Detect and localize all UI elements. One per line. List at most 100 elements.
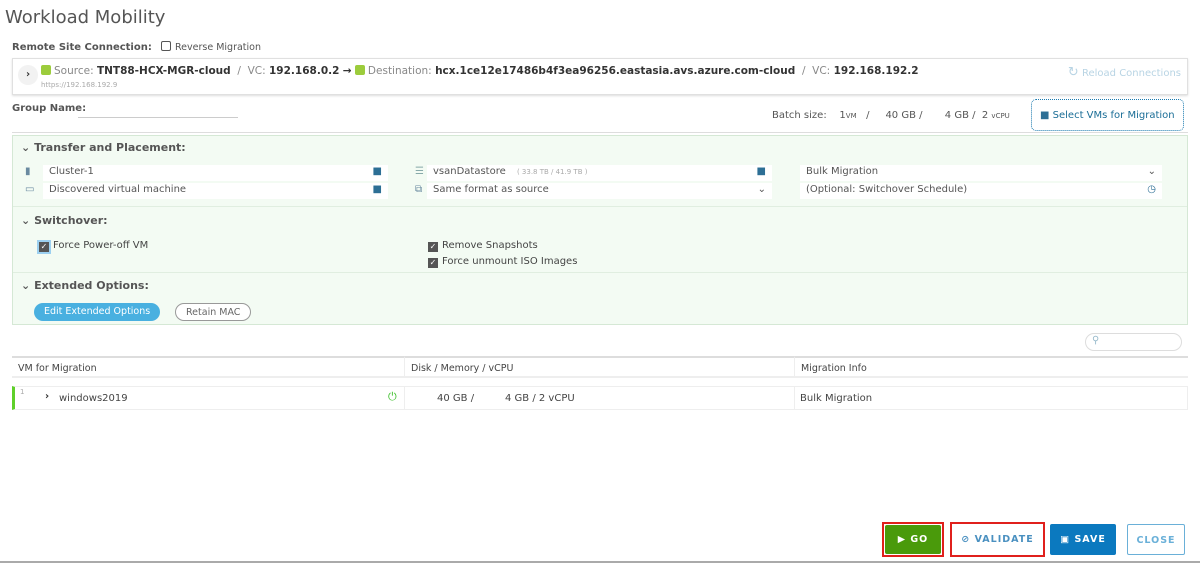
switchover-schedule-field[interactable]: (Optional: Switchover Schedule) ◷ xyxy=(800,183,1162,199)
vm-disk: 40 GB / xyxy=(437,393,475,404)
table-row[interactable]: 1 › windows2019 ⏻ 40 GB / 4 GB / 2 vCPU … xyxy=(12,386,1188,410)
chevron-down-icon: ⌄ xyxy=(21,279,31,292)
chevron-down-icon: ⌄ xyxy=(21,141,31,154)
sep: / xyxy=(801,65,806,77)
vm-folder-value: Discovered virtual machine xyxy=(49,184,187,195)
vm-migration-info: Bulk Migration xyxy=(800,393,873,404)
destination-name: hcx.1ce12e17486b4f3ea96256.eastasia.avs.… xyxy=(435,65,796,77)
batch-size: Batch size: 1VM / 40 GB / 4 GB / 2 vCPU xyxy=(772,110,1010,121)
checkbox-checked-icon: ✓ xyxy=(428,258,438,268)
reverse-migration-checkbox[interactable]: Reverse Migration xyxy=(161,41,261,53)
site-icon xyxy=(354,65,365,75)
folder-icon[interactable]: ■ xyxy=(373,184,382,195)
vm-memory-vcpu: 4 GB / 2 vCPU xyxy=(505,393,575,404)
folder-icon[interactable]: ■ xyxy=(373,166,382,177)
force-poweroff-checkbox[interactable]: ✓ Force Power-off VM xyxy=(37,240,149,254)
datastore-value: vsanDatastore xyxy=(433,166,506,177)
source-label: Source: xyxy=(54,65,94,77)
datastore-field[interactable]: vsanDatastore ( 33.8 TB / 41.9 TB ) ■ xyxy=(427,165,772,181)
switchover-section-toggle[interactable]: ⌄ Switchover: xyxy=(21,214,108,227)
remove-snapshots-checkbox[interactable]: ✓ Remove Snapshots xyxy=(428,240,538,252)
select-vms-button[interactable]: ■ Select VMs for Migration xyxy=(1031,99,1184,131)
extended-section-toggle[interactable]: ⌄ Extended Options: xyxy=(21,279,149,292)
expand-connection-chevron-icon[interactable]: › xyxy=(18,65,38,85)
batch-disk: 40 GB xyxy=(885,110,916,121)
save-label: SAVE xyxy=(1074,534,1106,545)
remote-site-label: Remote Site Connection: xyxy=(12,42,152,53)
vm-search-input[interactable]: ⚲ xyxy=(1085,333,1182,351)
sep: / xyxy=(237,65,241,77)
connection-panel: › Source: TNT88-HCX-MGR-cloud / VC: 192.… xyxy=(12,58,1188,95)
row-index: 1 xyxy=(20,388,25,396)
expand-row-chevron-icon[interactable]: › xyxy=(45,391,49,402)
vm-folder-field[interactable]: Discovered virtual machine ■ xyxy=(43,183,388,199)
select-vms-label: Select VMs for Migration xyxy=(1052,110,1175,121)
cluster-icon: ▮ xyxy=(25,166,31,177)
folder-outline-icon: ▭ xyxy=(25,184,35,195)
disk-format-icon: ⧉ xyxy=(415,184,423,195)
validate-label: VALIDATE xyxy=(974,534,1034,545)
disk-format-value: Same format as source xyxy=(433,184,549,195)
chevron-down-icon: ⌄ xyxy=(1147,166,1156,177)
close-button[interactable]: CLOSE xyxy=(1127,524,1185,555)
datastore-capacity: ( 33.8 TB / 41.9 TB ) xyxy=(516,168,588,176)
check-circle-icon: ⊘ xyxy=(961,534,971,545)
divider xyxy=(794,387,795,409)
batch-memory: 4 GB xyxy=(944,110,969,121)
clock-icon[interactable]: ◷ xyxy=(1147,184,1156,195)
extended-heading: Extended Options: xyxy=(34,279,149,292)
sep: / xyxy=(972,110,976,121)
force-poweroff-label: Force Power-off VM xyxy=(53,240,149,251)
divider xyxy=(13,206,1187,207)
transfer-heading: Transfer and Placement: xyxy=(34,141,186,154)
folder-icon: ■ xyxy=(1040,110,1050,121)
disk-format-select[interactable]: Same format as source ⌄ xyxy=(427,183,772,199)
switchover-heading: Switchover: xyxy=(34,214,108,227)
force-unmount-label: Force unmount ISO Images xyxy=(442,256,578,267)
migration-type-value: Bulk Migration xyxy=(806,166,879,177)
divider xyxy=(12,132,1188,133)
go-button[interactable]: ▶ GO xyxy=(885,525,941,554)
cluster-value: Cluster-1 xyxy=(49,166,94,177)
cluster-field[interactable]: Cluster-1 ■ xyxy=(43,165,388,181)
folder-icon[interactable]: ■ xyxy=(757,166,766,177)
edit-extended-options-button[interactable]: Edit Extended Options xyxy=(34,303,161,321)
force-unmount-checkbox[interactable]: ✓ Force unmount ISO Images xyxy=(428,256,577,268)
validate-button[interactable]: ⊘ VALIDATE xyxy=(953,525,1042,554)
chevron-down-icon: ⌄ xyxy=(757,184,766,195)
source-url: https://192.168.192.9 xyxy=(41,81,118,89)
schedule-value: (Optional: Switchover Schedule) xyxy=(806,184,968,195)
group-name-input[interactable] xyxy=(78,104,238,118)
reload-connections-button[interactable]: ↻ Reload Connections xyxy=(1068,65,1181,80)
column-header-disk[interactable]: Disk / Memory / vCPU xyxy=(404,356,794,378)
sep: / xyxy=(919,110,923,121)
connection-summary: Source: TNT88-HCX-MGR-cloud / VC: 192.16… xyxy=(41,65,919,77)
site-icon xyxy=(41,65,51,75)
chevron-down-icon: ⌄ xyxy=(21,214,31,227)
migration-type-select[interactable]: Bulk Migration ⌄ xyxy=(800,165,1162,181)
dest-label: Destination: xyxy=(367,65,432,77)
batch-vcpu: 2 xyxy=(981,110,989,121)
column-header-migration-info[interactable]: Migration Info xyxy=(794,356,1188,378)
footer-divider xyxy=(0,561,1200,563)
source-vc: 192.168.0.2 xyxy=(269,65,340,77)
page-title: Workload Mobility xyxy=(5,7,166,28)
save-icon: ▣ xyxy=(1060,534,1071,545)
column-header-vm[interactable]: VM for Migration xyxy=(12,356,404,378)
remove-snapshots-label: Remove Snapshots xyxy=(442,240,538,251)
dest-vc: 192.168.192.2 xyxy=(833,65,919,77)
datastore-icon: ☰ xyxy=(415,166,424,177)
arrow-icon: → xyxy=(342,65,352,77)
go-label: GO xyxy=(910,534,929,545)
divider xyxy=(13,272,1187,273)
batch-label: Batch size: xyxy=(772,110,827,121)
divider xyxy=(404,387,405,409)
checkbox-checked-icon: ✓ xyxy=(37,240,51,254)
vcpu-unit: vCPU xyxy=(991,112,1010,120)
source-name: TNT88-HCX-MGR-cloud xyxy=(96,65,231,77)
power-on-icon: ⏻ xyxy=(388,390,397,403)
transfer-section-toggle[interactable]: ⌄ Transfer and Placement: xyxy=(21,141,186,154)
reload-icon: ↻ xyxy=(1067,65,1079,80)
retain-mac-button[interactable]: Retain MAC xyxy=(175,303,252,321)
save-button[interactable]: ▣ SAVE xyxy=(1050,524,1116,555)
